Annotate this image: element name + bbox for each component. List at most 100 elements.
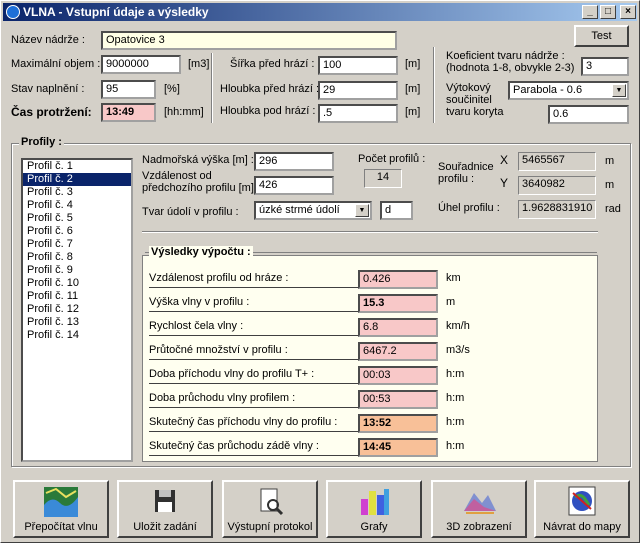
result-unit: km <box>446 272 461 284</box>
x-value: 5465567 <box>518 152 596 171</box>
nadm-label: Nadmořská výška [m] : <box>142 154 254 166</box>
nadm-input[interactable]: 296 <box>254 152 334 171</box>
cas-unit: [hh:mm] <box>164 106 204 118</box>
sirka-input[interactable]: 100 <box>318 56 398 75</box>
cas-protrzeni-input[interactable]: 13:49 <box>101 103 156 122</box>
list-item[interactable]: Profil č. 13 <box>23 316 131 329</box>
result-unit: h:m <box>446 368 465 380</box>
result-label: Průtočné množství v profilu : <box>149 340 359 360</box>
list-item[interactable]: Profil č. 14 <box>23 329 131 342</box>
hloubka-pred-unit: [m] <box>405 83 421 95</box>
list-item[interactable]: Profil č. 10 <box>23 277 131 290</box>
result-label: Skutečný čas příchodu vlny do profilu : <box>149 412 359 432</box>
result-value: 00:03 <box>358 366 438 385</box>
vytok-label-1: Výtokový <box>446 82 491 94</box>
results-title: Výsledky výpočtu : <box>149 246 253 258</box>
objem-input[interactable]: 9000000 <box>101 55 181 74</box>
sirka-unit: [m] <box>405 58 421 70</box>
close-button[interactable]: × <box>620 5 636 19</box>
koef-input[interactable]: 3 <box>581 57 629 76</box>
hloubka-pred-input[interactable]: 29 <box>318 81 398 100</box>
list-item[interactable]: Profil č. 11 <box>23 290 131 303</box>
toolbar-button[interactable]: Přepočítat vlnu <box>13 480 109 538</box>
y-unit: m <box>605 179 615 191</box>
result-value: 6.8 <box>358 318 438 337</box>
result-label: Doba průchodu vlny profilem : <box>149 388 359 408</box>
list-item[interactable]: Profil č. 8 <box>23 251 131 264</box>
hloubka-pod-input[interactable]: .5 <box>318 104 398 123</box>
list-item[interactable]: Profil č. 2 <box>23 173 131 186</box>
title-bar[interactable]: VLNA - Vstupní údaje a výsledky _ □ × <box>3 3 637 21</box>
result-label: Doba příchodu vlny do profilu T+ : <box>149 364 359 384</box>
y-label: Y <box>500 176 509 190</box>
nazev-label: Název nádrže : <box>11 34 85 46</box>
list-item[interactable]: Profil č. 3 <box>23 186 131 199</box>
minimize-button[interactable]: _ <box>582 5 598 19</box>
x-label: X <box>500 153 509 167</box>
list-item[interactable]: Profil č. 12 <box>23 303 131 316</box>
vzdal-label-2: předchozího profilu [m] <box>142 182 254 194</box>
profily-title: Profily : <box>19 136 64 148</box>
objem-unit: [m3] <box>188 58 210 70</box>
vytok-select[interactable]: Parabola - 0.6 ▼ <box>508 81 629 100</box>
tvar-select[interactable]: úzké strmé údolí ▼ <box>254 201 372 220</box>
result-value: 0.426 <box>358 270 438 289</box>
list-item[interactable]: Profil č. 5 <box>23 212 131 225</box>
result-label: Skutečný čas průchodu zádě vlny : <box>149 436 359 456</box>
stav-label: Stav naplnění : <box>11 83 85 95</box>
maximize-button[interactable]: □ <box>600 5 616 19</box>
floppy-disk-icon <box>146 485 184 519</box>
toolbar-button-label: Grafy <box>360 521 388 533</box>
result-value: 15.3 <box>358 294 438 313</box>
list-item[interactable]: Profil č. 9 <box>23 264 131 277</box>
y-value: 3640982 <box>518 176 596 195</box>
x-unit: m <box>605 155 615 167</box>
result-unit: h:m <box>446 416 465 428</box>
toolbar-button-label: Výstupní protokol <box>227 521 313 533</box>
globe-icon <box>563 485 601 519</box>
toolbar-button-label: Uložit zadání <box>133 521 197 533</box>
bar-chart-icon <box>355 485 393 519</box>
list-item[interactable]: Profil č. 7 <box>23 238 131 251</box>
profile-list[interactable]: Profil č. 1 Profil č. 2 Profil č. 3 Profil … <box>21 158 133 462</box>
chevron-down-icon[interactable]: ▼ <box>612 84 626 97</box>
result-unit: h:m <box>446 440 465 452</box>
vytok-label-3: tvaru koryta <box>446 106 504 118</box>
tvar-label: Tvar údolí v profilu : <box>142 206 239 218</box>
list-item[interactable]: Profil č. 1 <box>23 160 131 173</box>
result-value: 6467.2 <box>358 342 438 361</box>
stav-input[interactable]: 95 <box>101 80 156 99</box>
result-label: Vzdálenost profilu od hráze : <box>149 268 359 288</box>
toolbar-button[interactable]: Výstupní protokol <box>222 480 318 538</box>
pocet-value: 14 <box>364 169 402 188</box>
toolbar-button[interactable]: 3D zobrazení <box>431 480 527 538</box>
toolbar-button[interactable]: Grafy <box>326 480 422 538</box>
souradnice-label-2: profilu : <box>438 173 475 185</box>
app-icon <box>6 5 20 19</box>
souradnice-label-1: Souřadnice <box>438 161 494 173</box>
result-value: 00:53 <box>358 390 438 409</box>
tvar-code-input[interactable]: d <box>380 201 413 220</box>
vzdal-input[interactable]: 426 <box>254 176 334 195</box>
result-unit: km/h <box>446 320 470 332</box>
toolbar-button-label: 3D zobrazení <box>446 521 512 533</box>
vytok-input[interactable]: 0.6 <box>548 105 629 124</box>
toolbar-button[interactable]: Uložit zadání <box>117 480 213 538</box>
test-button[interactable]: Test <box>574 25 629 47</box>
main-window: VLNA - Vstupní údaje a výsledky _ □ × Ná… <box>0 0 640 543</box>
divider <box>142 231 598 232</box>
tvar-select-value: úzké strmé údolí <box>259 204 340 216</box>
list-item[interactable]: Profil č. 6 <box>23 225 131 238</box>
cas-protrzeni-label: Čas protržení: <box>11 105 92 119</box>
vytok-label-2: součinitel <box>446 94 492 106</box>
nazev-input[interactable]: Opatovice 3 <box>101 31 397 50</box>
toolbar-button[interactable]: Návrat do mapy <box>534 480 630 538</box>
divider <box>433 47 434 123</box>
result-label: Výška vlny v profilu : <box>149 292 359 312</box>
result-value: 14:45 <box>358 438 438 457</box>
3d-terrain-icon <box>460 485 498 519</box>
hloubka-pod-unit: [m] <box>405 106 421 118</box>
result-unit: m <box>446 296 456 308</box>
list-item[interactable]: Profil č. 4 <box>23 199 131 212</box>
chevron-down-icon[interactable]: ▼ <box>355 204 369 217</box>
